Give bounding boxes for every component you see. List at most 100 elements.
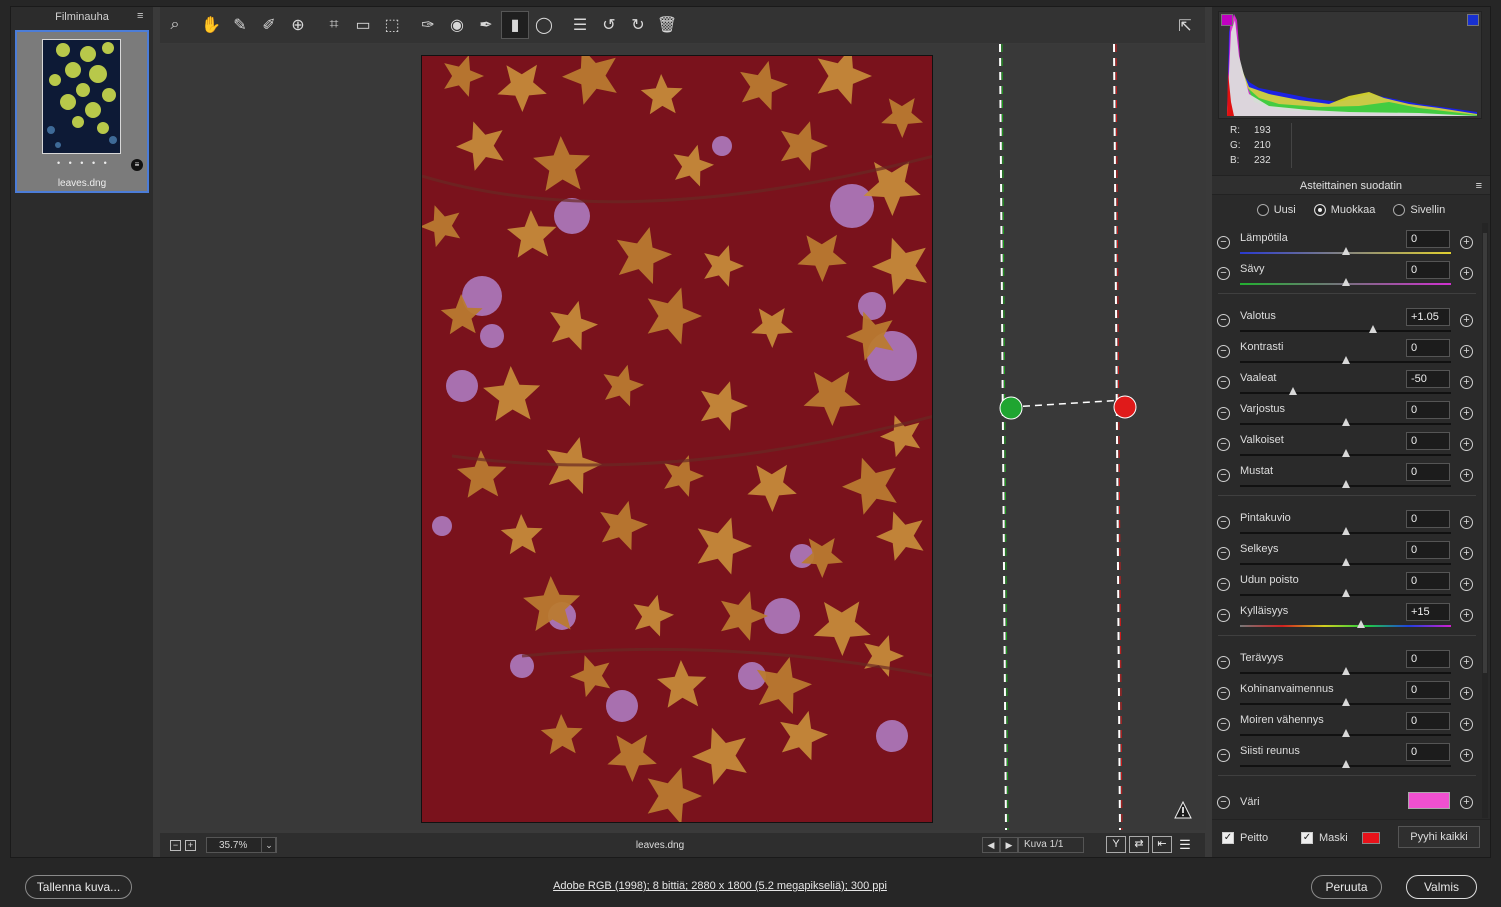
spot-removal-tool-icon[interactable]: ✑: [414, 11, 442, 39]
swap-settings-button[interactable]: ⇄: [1129, 836, 1149, 853]
overlay-check-icon[interactable]: ✓: [1222, 832, 1234, 844]
slider-value-field[interactable]: +15: [1406, 603, 1450, 621]
slider-value-field[interactable]: 0: [1406, 743, 1450, 761]
slider-handle[interactable]: [1341, 589, 1350, 597]
plus-icon[interactable]: +: [1460, 407, 1473, 420]
done-button[interactable]: Valmis: [1406, 875, 1477, 899]
plus-icon[interactable]: +: [1460, 656, 1473, 669]
slider-handle[interactable]: [1357, 620, 1366, 628]
minus-icon[interactable]: −: [1217, 749, 1230, 762]
plus-icon[interactable]: +: [1460, 578, 1473, 591]
filmstrip-menu-icon[interactable]: ≡: [137, 11, 147, 22]
next-image-button[interactable]: ▶: [1000, 837, 1018, 853]
open-fullscreen-icon[interactable]: ⇱: [1171, 12, 1199, 40]
minus-icon[interactable]: −: [1217, 376, 1230, 389]
minus-icon[interactable]: −: [1217, 469, 1230, 482]
plus-icon[interactable]: +: [1460, 516, 1473, 529]
mode-option-0[interactable]: Uusi: [1256, 204, 1296, 216]
slider-handle[interactable]: [1341, 729, 1350, 737]
slider-value-field[interactable]: 0: [1406, 401, 1450, 419]
plus-icon[interactable]: +: [1460, 609, 1473, 622]
panel-scrollbar[interactable]: [1482, 223, 1488, 818]
minus-icon[interactable]: −: [1217, 236, 1230, 249]
minus-icon[interactable]: −: [1217, 516, 1230, 529]
minus-icon[interactable]: −: [1217, 407, 1230, 420]
slider-value-field[interactable]: 0: [1406, 572, 1450, 590]
adjustment-brush-icon[interactable]: ✒: [472, 11, 500, 39]
rating-dots[interactable]: • • • • •: [57, 158, 110, 168]
straighten-tool-icon[interactable]: ▭: [349, 11, 377, 39]
slider-track[interactable]: [1240, 330, 1451, 332]
radio-button[interactable]: [1313, 204, 1326, 216]
cancel-button[interactable]: Peruuta: [1311, 875, 1382, 899]
slider-handle[interactable]: [1341, 278, 1350, 286]
color-sampler-tool-icon[interactable]: ✐: [255, 11, 283, 39]
plus-icon[interactable]: +: [1460, 345, 1473, 358]
slider-handle[interactable]: [1341, 480, 1350, 488]
shadow-clipping-icon[interactable]: [1221, 14, 1233, 26]
slider-handle[interactable]: [1341, 449, 1350, 457]
minus-icon[interactable]: −: [1217, 796, 1230, 809]
slider-handle[interactable]: [1341, 698, 1350, 706]
zoom-tool-icon[interactable]: ⌕: [161, 11, 189, 39]
workflow-options-link[interactable]: Adobe RGB (1998); 8 bittiä; 2880 x 1800 …: [0, 880, 1440, 892]
red-eye-tool-icon[interactable]: ◉: [443, 11, 471, 39]
copy-settings-button[interactable]: ⇤: [1152, 836, 1172, 853]
slider-handle[interactable]: [1341, 760, 1350, 768]
rotate-right-icon[interactable]: ↻: [624, 11, 652, 39]
slider-handle[interactable]: [1288, 387, 1297, 395]
slider-value-field[interactable]: 0: [1406, 339, 1450, 357]
radio-button[interactable]: [1393, 204, 1406, 216]
slider-track[interactable]: [1240, 625, 1451, 627]
plus-icon[interactable]: +: [1460, 236, 1473, 249]
slider-handle[interactable]: [1341, 558, 1350, 566]
plus-icon[interactable]: +: [1460, 749, 1473, 762]
radial-filter-icon[interactable]: ◯: [530, 11, 558, 39]
plus-icon[interactable]: +: [1460, 314, 1473, 327]
minus-icon[interactable]: −: [1217, 578, 1230, 591]
before-after-button[interactable]: Y: [1106, 836, 1126, 853]
slider-value-field[interactable]: 0: [1406, 541, 1450, 559]
color-swatch[interactable]: [1408, 792, 1450, 809]
plus-icon[interactable]: +: [1460, 547, 1473, 560]
slider-handle[interactable]: [1341, 356, 1350, 364]
slider-handle[interactable]: [1341, 247, 1350, 255]
transform-tool-icon[interactable]: ⬚: [378, 11, 406, 39]
mask-checkbox[interactable]: ✓ Maski: [1301, 832, 1380, 844]
minus-icon[interactable]: −: [1217, 687, 1230, 700]
slider-value-field[interactable]: 0: [1406, 230, 1450, 248]
slider-track[interactable]: [1240, 392, 1451, 394]
panel-menu-icon[interactable]: ≡: [1476, 176, 1482, 196]
plus-icon[interactable]: +: [1460, 687, 1473, 700]
plus-icon[interactable]: +: [1460, 469, 1473, 482]
minus-icon[interactable]: −: [1217, 438, 1230, 451]
slider-value-field[interactable]: -50: [1406, 370, 1450, 388]
slider-handle[interactable]: [1341, 527, 1350, 535]
mask-color-swatch[interactable]: [1361, 832, 1380, 844]
graduated-filter-icon[interactable]: ▮: [501, 11, 529, 39]
preferences-icon[interactable]: ☰: [566, 11, 594, 39]
rotate-left-icon[interactable]: ↺: [595, 11, 623, 39]
minus-icon[interactable]: −: [1217, 267, 1230, 280]
radio-button[interactable]: [1256, 204, 1269, 216]
slider-value-field[interactable]: 0: [1406, 712, 1450, 730]
highlight-clipping-icon[interactable]: [1467, 14, 1479, 26]
plus-icon[interactable]: +: [1460, 796, 1473, 809]
view-settings-icon[interactable]: ☰: [1175, 836, 1195, 853]
plus-icon[interactable]: +: [1460, 376, 1473, 389]
slider-value-field[interactable]: 0: [1406, 650, 1450, 668]
mode-option-2[interactable]: Sivellin: [1393, 204, 1445, 216]
slider-value-field[interactable]: +1.05: [1406, 308, 1450, 326]
warning-icon[interactable]: [1174, 801, 1192, 819]
plus-icon[interactable]: +: [1460, 718, 1473, 731]
slider-value-field[interactable]: 0: [1406, 510, 1450, 528]
minus-icon[interactable]: −: [1217, 656, 1230, 669]
mask-check-icon[interactable]: ✓: [1301, 832, 1313, 844]
mode-option-1[interactable]: Muokkaa: [1313, 204, 1375, 216]
minus-icon[interactable]: −: [1217, 345, 1230, 358]
slider-handle[interactable]: [1341, 667, 1350, 675]
image-canvas[interactable]: [160, 44, 1206, 830]
slider-value-field[interactable]: 0: [1406, 432, 1450, 450]
clear-all-button[interactable]: Pyyhi kaikki: [1398, 826, 1480, 848]
filmstrip-thumbnail[interactable]: • • • • • ≡ leaves.dng: [15, 30, 149, 193]
